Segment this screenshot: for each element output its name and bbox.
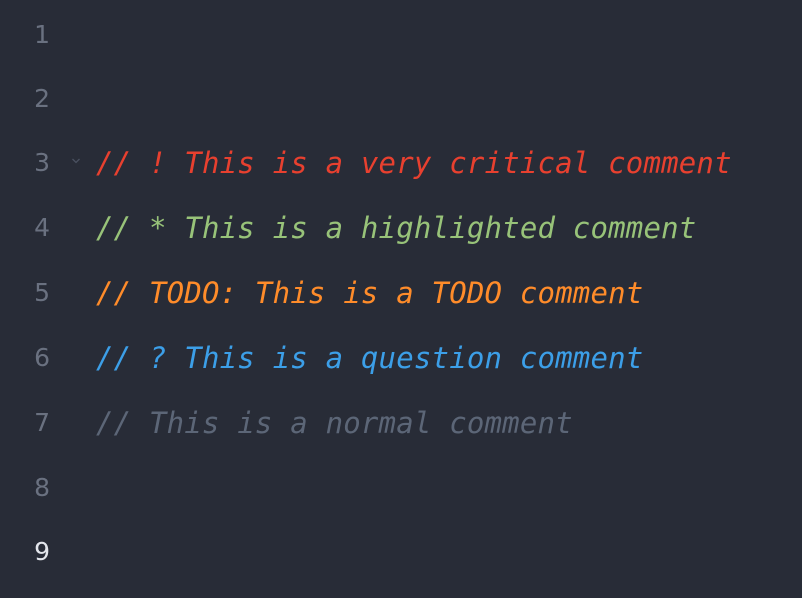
code-line-9[interactable]: 9 [0, 520, 802, 584]
line-number: 7 [34, 408, 50, 437]
line-number: 6 [34, 343, 50, 372]
code-line-2[interactable]: 2 [0, 67, 802, 131]
line-number: 2 [34, 84, 50, 113]
code-line-4[interactable]: 4 // * This is a highlighted comment [0, 196, 802, 260]
line-number: 1 [34, 20, 50, 49]
line-number: 5 [34, 278, 50, 307]
code-line-7[interactable]: 7 // This is a normal comment [0, 391, 802, 455]
code-line-6[interactable]: 6 // ? This is a question comment [0, 326, 802, 390]
active-line-number: 9 [34, 537, 50, 566]
line-number: 3 [34, 148, 50, 177]
todo-comment[interactable]: // TODO: This is a TODO comment [96, 261, 643, 325]
code-line-5[interactable]: 5 // TODO: This is a TODO comment [0, 261, 802, 325]
code-editor[interactable]: 1 2 3 // ! This is a very critical comme… [0, 0, 802, 598]
question-comment[interactable]: // ? This is a question comment [96, 326, 643, 390]
chevron-down-icon[interactable] [71, 156, 81, 166]
line-number: 4 [34, 213, 50, 242]
highlighted-comment[interactable]: // * This is a highlighted comment [96, 196, 696, 260]
code-line-3[interactable]: 3 // ! This is a very critical comment [0, 131, 802, 195]
code-line-1[interactable]: 1 [0, 3, 802, 67]
critical-comment[interactable]: // ! This is a very critical comment [96, 131, 732, 195]
normal-comment[interactable]: // This is a normal comment [96, 391, 573, 455]
code-line-8[interactable]: 8 [0, 456, 802, 520]
line-number: 8 [34, 473, 50, 502]
